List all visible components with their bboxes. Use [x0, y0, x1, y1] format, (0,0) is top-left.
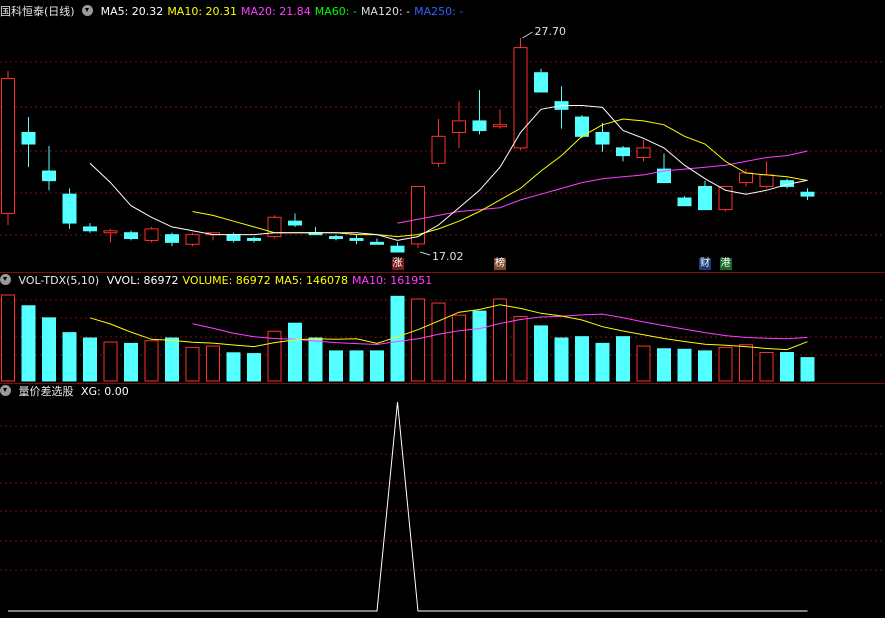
signal-panel[interactable]: 量价差选股 XG: 0.00: [0, 384, 885, 618]
volume-bar: [780, 352, 794, 382]
candle-body: [759, 174, 774, 187]
candle-body: [534, 72, 548, 93]
volume-bar: [595, 342, 610, 382]
volume-bar: [144, 340, 159, 382]
volume-bar: [288, 322, 302, 382]
candle-body: [431, 135, 446, 164]
volume-bar: [103, 341, 118, 382]
candle-body: [1, 77, 15, 214]
volume-bar: [739, 344, 753, 382]
volume-panel[interactable]: VOL-TDX(5,10) VVOL: 86972 VOLUME: 86972 MA…: [0, 273, 885, 383]
volume-bar: [124, 342, 138, 382]
candle-body: [800, 191, 815, 197]
xg-signal-line: [8, 401, 808, 612]
volume-bar: [247, 353, 261, 382]
candle-body: [247, 238, 261, 241]
price-panel[interactable]: 国科恒泰(日线) MA5: 20.32 MA10: 20.31 MA20: 21.8…: [0, 0, 885, 272]
volume-bar: [21, 305, 36, 382]
volume-bar: [226, 352, 241, 382]
volume-bar: [575, 336, 589, 382]
candle-body: [452, 120, 466, 133]
low-pointer: [419, 251, 431, 256]
event-marker[interactable]: 涨: [391, 258, 404, 270]
candle-body: [370, 241, 384, 245]
candle-body: [595, 131, 610, 145]
volume-bar: [759, 352, 774, 382]
volume-bar: [83, 337, 97, 382]
candlestick-chart[interactable]: 27.70 17.02: [0, 0, 885, 272]
volume-bar: [329, 350, 343, 382]
candle-body: [124, 232, 138, 240]
candle-body: [390, 245, 405, 253]
volume-bar: [493, 298, 507, 382]
candle-body: [42, 170, 56, 182]
candle-body: [288, 220, 302, 226]
candle-body: [616, 147, 630, 157]
volume-bar: [206, 345, 220, 382]
candle-body: [62, 193, 77, 224]
ma20-line: [397, 150, 808, 224]
volume-bar: [452, 314, 466, 382]
candle-body: [739, 172, 753, 184]
volume-bar: [513, 316, 528, 382]
candle-body: [144, 228, 159, 241]
high-pointer: [522, 31, 533, 39]
volume-bar: [698, 350, 712, 382]
volume-bar: [534, 325, 548, 382]
volume-bar: [616, 336, 630, 382]
volume-bar: [165, 337, 179, 382]
candle-body: [185, 234, 200, 245]
candle-body: [226, 234, 241, 241]
volume-bar: [411, 298, 425, 382]
volume-bar: [431, 302, 446, 382]
volume-bar: [1, 294, 15, 382]
volume-bar: [308, 337, 323, 382]
volume-bar: [42, 317, 56, 382]
candle-body: [329, 236, 343, 240]
ma10-line: [192, 118, 808, 238]
candle-body: [165, 234, 179, 243]
volume-bar: [185, 346, 200, 382]
candle-body: [493, 124, 507, 128]
volume-bar: [370, 350, 384, 382]
candle-body: [21, 131, 36, 145]
volume-chart[interactable]: [0, 273, 885, 383]
volume-bar: [677, 348, 692, 382]
volume-bar: [657, 348, 671, 382]
volume-bar: [62, 332, 77, 382]
candle-body: [677, 197, 692, 207]
volume-bar: [636, 345, 651, 382]
candle-body: [267, 216, 282, 238]
high-price-label: 27.70: [535, 25, 567, 38]
candle-body: [698, 185, 712, 211]
low-price-label: 17.02: [432, 250, 464, 263]
vol-ma5-line: [89, 304, 808, 351]
event-marker[interactable]: 榜: [494, 258, 506, 270]
candle-body: [472, 120, 487, 132]
volume-bar: [554, 337, 569, 382]
candle-body: [103, 230, 118, 234]
volume-bar: [800, 357, 815, 382]
signal-chart[interactable]: [0, 384, 885, 618]
volume-bar: [718, 346, 733, 382]
ma5-line: [89, 105, 808, 241]
candle-body: [636, 147, 651, 159]
event-marker[interactable]: 财: [699, 258, 711, 270]
volume-bar: [472, 310, 487, 382]
event-marker[interactable]: 港: [719, 258, 732, 270]
volume-bar: [349, 350, 364, 382]
candle-body: [83, 226, 97, 232]
candle-body: [349, 238, 364, 241]
